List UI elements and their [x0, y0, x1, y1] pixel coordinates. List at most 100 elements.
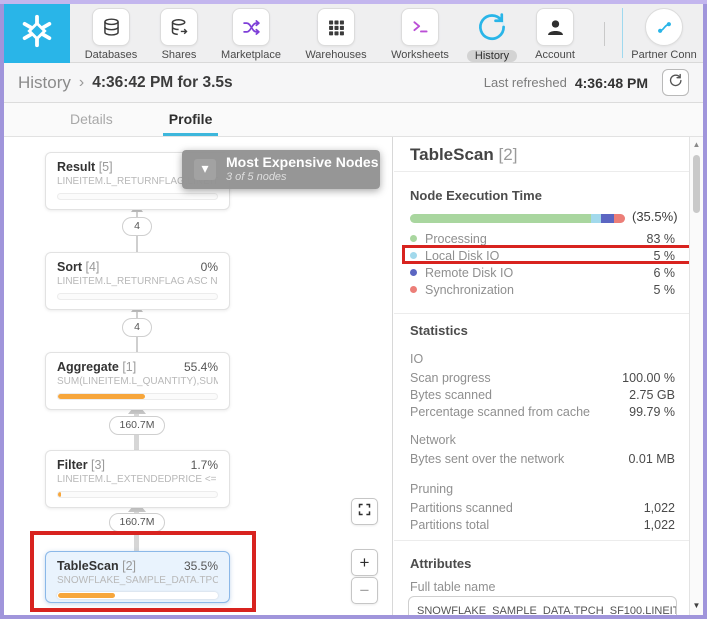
- nav-item-marketplace[interactable]: Marketplace: [209, 8, 293, 61]
- node-subtitle: SUM(LINEITEM.L_QUANTITY),SUM(LINEIT...: [57, 376, 218, 387]
- overlay-title: Most Expensive Nodes: [226, 154, 379, 170]
- stat-row: Partitions scanned 1,022: [410, 500, 675, 515]
- nav-item-worksheets[interactable]: Worksheets: [378, 8, 462, 61]
- node-aggregate[interactable]: Aggregate [1] 55.4% SUM(LINEITEM.L_QUANT…: [45, 352, 230, 410]
- legend-dot: [410, 235, 417, 242]
- node-filter[interactable]: Filter [3] 1.7% LINEITEM.L_EXTENDEDPRICE…: [45, 450, 230, 508]
- warehouses-icon: [317, 8, 355, 46]
- node-progress-fill: [58, 394, 146, 399]
- node-progress-fill: [58, 593, 116, 598]
- legend-row-synchronization: Synchronization 5 %: [410, 281, 675, 298]
- node-tablescan-selected[interactable]: TableScan [2] 35.5% SNOWFLAKE_SAMPLE_DAT…: [45, 551, 230, 603]
- breadcrumb: History › 4:36:42 PM for 3.5s Last refre…: [4, 63, 703, 103]
- node-sort[interactable]: Sort [4] 0% LINEITEM.L_RETURNFLAG ASC NU…: [45, 252, 230, 310]
- nav-item-account[interactable]: Account: [519, 8, 591, 61]
- breadcrumb-current-query: 4:36:42 PM for 3.5s: [92, 73, 233, 91]
- node-subtitle: LINEITEM.L_RETURNFLAG ASC NULLS LA...: [57, 276, 218, 287]
- bar-segment-processing: [410, 214, 591, 223]
- overlay-subtitle: 3 of 5 nodes: [226, 171, 287, 183]
- full-table-name-label: Full table name: [410, 580, 496, 594]
- refresh-icon: [667, 72, 684, 94]
- attributes-heading: Attributes: [410, 556, 472, 571]
- node-progress-track: [57, 592, 218, 599]
- execution-time-bar: [410, 214, 625, 223]
- stat-row: Percentage scanned from cache 99.79 %: [410, 404, 675, 419]
- legend-dot: [410, 286, 417, 293]
- marketplace-icon: [232, 8, 270, 46]
- account-icon: [536, 8, 574, 46]
- zoom-in-button[interactable]: +: [351, 549, 378, 576]
- shares-icon: [160, 8, 198, 46]
- stat-row: Bytes sent over the network 0.01 MB: [410, 451, 675, 466]
- full-table-name-value[interactable]: SNOWFLAKE_SAMPLE_DATA.TPCH_SF100.LINEITE…: [408, 596, 677, 615]
- stats-group-io: IO: [410, 352, 424, 366]
- zoom-out-button[interactable]: −: [351, 577, 378, 604]
- nav-item-databases[interactable]: Databases: [75, 8, 147, 61]
- edge-row-count: 160.7M: [109, 416, 165, 435]
- node-progress-track: [57, 491, 218, 498]
- partner-connect-icon: [645, 8, 683, 46]
- nav-divider-accent: [622, 8, 623, 58]
- legend-row-remote-disk-io: Remote Disk IO 6 %: [410, 264, 675, 281]
- nav-item-warehouses[interactable]: Warehouses: [294, 8, 378, 61]
- nav-label: Worksheets: [391, 49, 449, 61]
- nav-label: History: [466, 50, 518, 62]
- nav-label: Marketplace: [221, 49, 281, 61]
- snowflake-home-button[interactable]: [4, 4, 70, 63]
- statistics-heading: Statistics: [410, 323, 468, 338]
- nav-label: Shares: [161, 49, 197, 61]
- last-refreshed-label: Last refreshed: [483, 75, 567, 90]
- node-progress-track: [57, 193, 218, 200]
- scrollbar-thumb[interactable]: [693, 155, 700, 213]
- node-subtitle: LINEITEM.L_EXTENDEDPRICE <= 20000: [57, 474, 218, 485]
- last-refreshed-time: 4:36:48 PM: [574, 74, 648, 91]
- divider: [394, 540, 689, 541]
- legend-row-local-disk-io: Local Disk IO 5 %: [410, 247, 675, 264]
- breadcrumb-separator: ›: [78, 73, 85, 91]
- edge-row-count: 4: [122, 318, 152, 337]
- stat-row: Bytes scanned 2.75 GB: [410, 387, 675, 402]
- node-progress-track: [57, 393, 218, 400]
- node-detail-panel: TableScan [2] Node Execution Time (35.5%…: [394, 137, 689, 615]
- snowflake-history-profile-window: Databases Shares Marketplace Warehouses …: [0, 0, 707, 619]
- execution-time-heading: Node Execution Time: [410, 188, 542, 203]
- nav-item-partner-connect[interactable]: Partner Conn: [626, 8, 702, 60]
- breadcrumb-history-link[interactable]: History: [18, 73, 71, 93]
- history-icon: [473, 8, 511, 46]
- fit-view-icon: [357, 502, 372, 522]
- nav-item-shares[interactable]: Shares: [143, 8, 215, 61]
- scroll-up-icon[interactable]: ▲: [690, 140, 703, 149]
- execution-total-pct: (35.5%): [632, 209, 678, 224]
- nav-divider: [604, 22, 605, 46]
- fit-view-button[interactable]: [351, 498, 378, 525]
- bar-segment-remote-disk-io: [601, 214, 615, 223]
- node-progress-fill: [58, 492, 62, 497]
- bar-segment-local-disk-io: [590, 214, 602, 223]
- stat-row: Scan progress 100.00 %: [410, 370, 675, 385]
- node-progress-track: [57, 293, 218, 300]
- panel-title: TableScan [2]: [410, 145, 518, 164]
- nav-label: Databases: [84, 49, 138, 61]
- nav-label: Partner Conn: [631, 49, 697, 60]
- tab-details[interactable]: Details: [64, 111, 119, 136]
- scroll-down-icon[interactable]: ▼: [690, 601, 703, 610]
- nav-label: Account: [535, 49, 575, 61]
- stats-group-pruning: Pruning: [410, 482, 454, 496]
- nav-item-history[interactable]: History: [456, 8, 528, 62]
- stat-row: Partitions total 1,022: [410, 517, 675, 532]
- legend-row-processing: Processing 83 %: [410, 230, 675, 247]
- divider: [394, 313, 689, 314]
- edge-row-count: 4: [122, 217, 152, 236]
- bar-segment-synchronization: [614, 214, 625, 223]
- divider: [394, 171, 689, 172]
- panel-scrollbar[interactable]: ▲ ▼: [689, 137, 703, 615]
- most-expensive-nodes-dropdown[interactable]: ▾ Most Expensive Nodes 3 of 5 nodes: [182, 150, 380, 189]
- databases-icon: [92, 8, 130, 46]
- legend-dot: [410, 269, 417, 276]
- edge-row-count: 160.7M: [109, 513, 165, 532]
- worksheets-icon: [401, 8, 439, 46]
- stats-group-network: Network: [410, 433, 456, 447]
- chevron-down-icon: ▾: [194, 159, 216, 180]
- refresh-button[interactable]: [662, 69, 689, 96]
- tab-profile[interactable]: Profile: [162, 111, 219, 136]
